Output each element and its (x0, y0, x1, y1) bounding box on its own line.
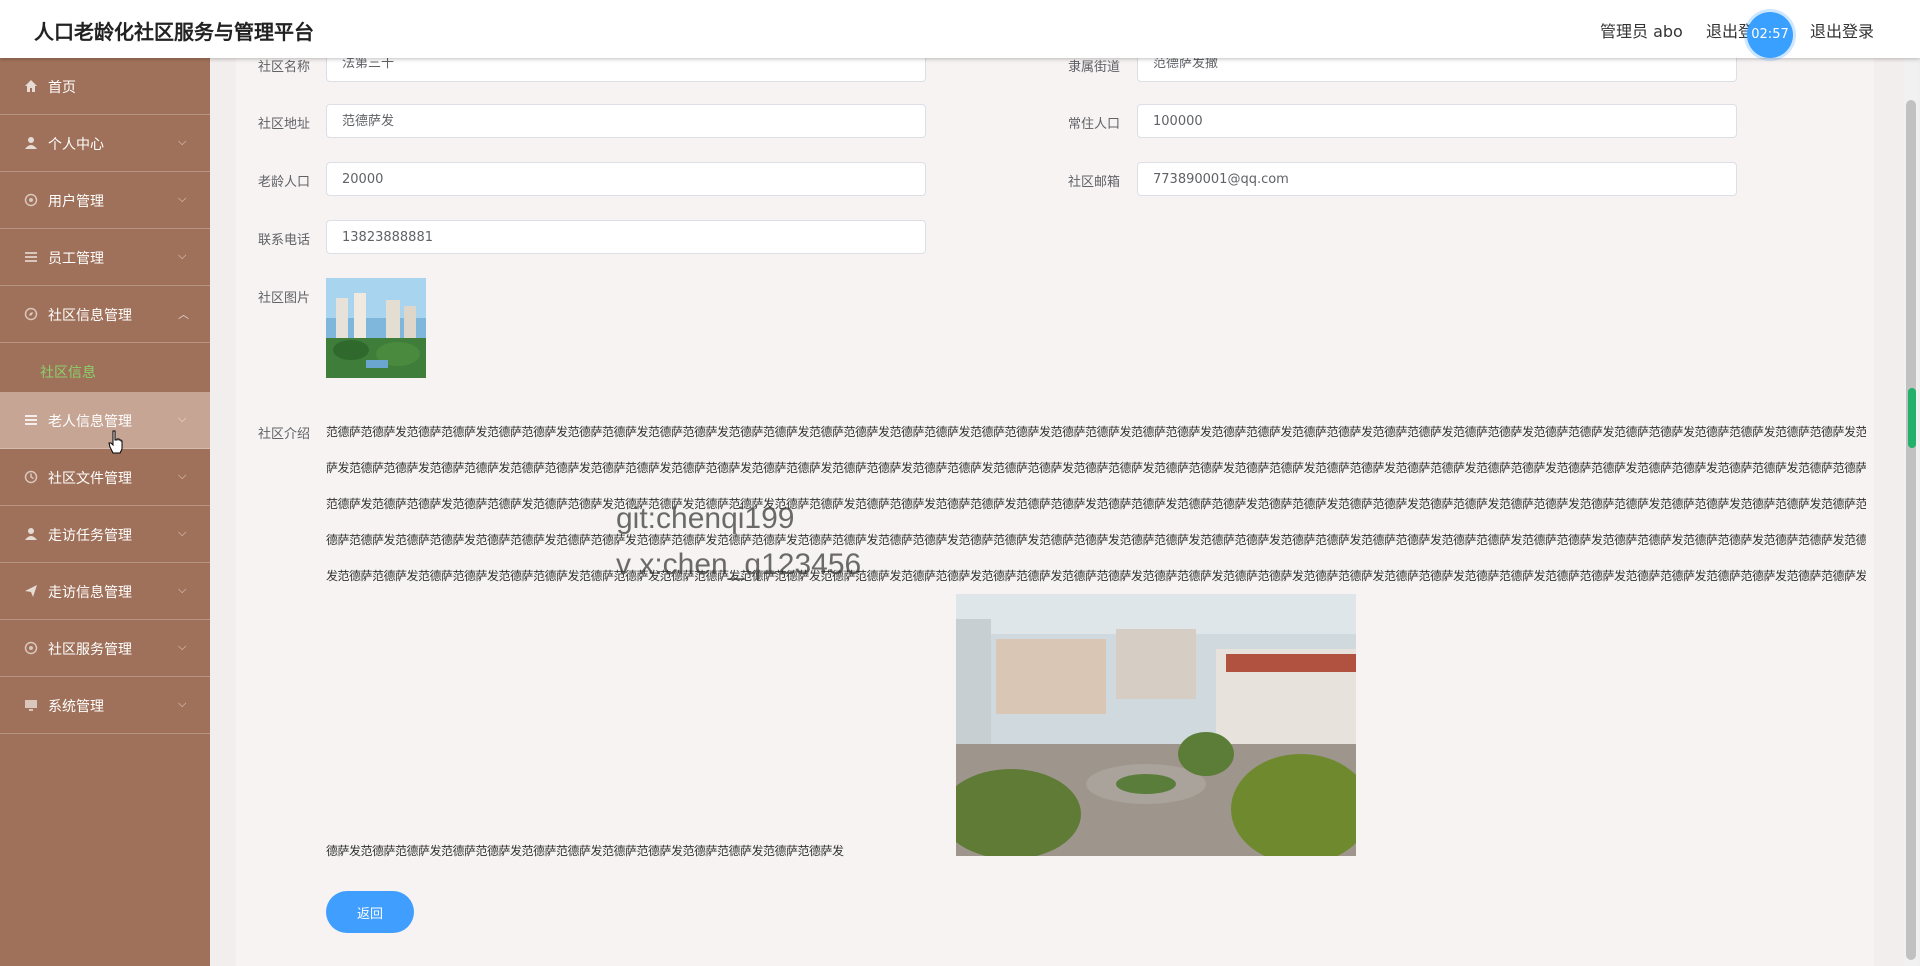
elderly-population-field[interactable]: 20000 (326, 162, 926, 196)
sidebar-item-label: 社区信息管理 (48, 308, 132, 324)
address-field[interactable]: 范德萨发 (326, 104, 926, 138)
logout-link[interactable]: 退出登录 (1810, 18, 1874, 42)
phone-label: 联系电话 (258, 233, 311, 248)
intro-text-line: 范德萨范德萨发范德萨范德萨发范德萨范德萨发范德萨范德萨发范德萨范德萨发范德萨范德… (326, 425, 1866, 439)
sidebar-subitem-label: 社区信息 (40, 365, 96, 381)
chevron-down-icon: ⌵ (178, 412, 187, 425)
chevron-down-icon: ⌵ (178, 469, 187, 482)
menu-icon (25, 415, 37, 425)
email-label: 社区邮箱 (1068, 175, 1121, 190)
compass-icon (24, 307, 38, 321)
user-icon (25, 528, 37, 540)
current-user: 管理员 abo (1600, 22, 1683, 41)
sidebar-item-label: 走访信息管理 (48, 585, 132, 601)
user-icon (25, 137, 37, 149)
monitor-icon (25, 700, 37, 711)
chevron-down-icon: ⌵ (178, 135, 187, 148)
sidebar-item-label: 个人中心 (48, 137, 104, 153)
intro-text-line: 萨发范德萨范德萨发范德萨范德萨发范德萨范德萨发范德萨范德萨发范德萨范德萨发范德萨… (326, 461, 1866, 475)
sidebar-item-label: 社区服务管理 (48, 642, 132, 658)
chevron-up-icon: ︿ (178, 308, 189, 321)
watermark-line: git:chenqi199 (616, 502, 795, 535)
population-label: 常住人口 (1068, 117, 1121, 132)
community-intro-photo (956, 594, 1356, 856)
sidebar-item-community-info-management[interactable]: 社区信息管理 ︿ (0, 286, 210, 343)
chevron-down-icon: ⌵ (178, 640, 187, 653)
intro-text-line: 德萨发范德萨范德萨发范德萨范德萨发范德萨范德萨发范德萨范德萨发范德萨范德萨发范德… (326, 844, 844, 858)
community-image-label: 社区图片 (258, 291, 311, 306)
community-intro-label: 社区介绍 (258, 427, 311, 442)
sidebar-item-visit-task-management[interactable]: 走访任务管理 ⌵ (0, 506, 210, 563)
settings-icon (24, 193, 38, 207)
elderly-population-label: 老龄人口 (258, 175, 311, 190)
settings-icon (24, 641, 38, 655)
sidebar-item-community-file-management[interactable]: 社区文件管理 ⌵ (0, 449, 210, 506)
chevron-down-icon: ⌵ (178, 526, 187, 539)
send-icon (25, 585, 37, 597)
sidebar-item-label: 员工管理 (48, 251, 104, 267)
sidebar: 首页 个人中心 ⌵ 用户管理 ⌵ 员工管理 ⌵ 社区信息管理 ︿ 社区信息 老人… (0, 58, 210, 966)
watermark-line: v x:chen_q123456 (616, 548, 862, 581)
phone-field[interactable]: 13823888881 (326, 220, 926, 254)
chevron-down-icon: ⌵ (178, 192, 187, 205)
chevron-down-icon: ⌵ (178, 249, 187, 262)
sidebar-item-system-management[interactable]: 系统管理 ⌵ (0, 677, 210, 734)
sidebar-item-community-service-management[interactable]: 社区服务管理 ⌵ (0, 620, 210, 677)
sidebar-item-staff-management[interactable]: 员工管理 ⌵ (0, 229, 210, 286)
sidebar-item-label: 首页 (48, 80, 76, 96)
intro-text-line: 范德萨发范德萨范德萨发范德萨范德萨发范德萨范德萨发范德萨范德萨发范德萨范德萨发范… (326, 497, 1866, 511)
sidebar-item-label: 用户管理 (48, 194, 104, 210)
sidebar-item-home[interactable]: 首页 (0, 58, 210, 115)
sidebar-subitem-community-info[interactable]: 社区信息 (0, 343, 210, 399)
top-bar: 人口老龄化社区服务与管理平台 管理员 abo 退出登 退出登录 (0, 0, 1920, 58)
hand-cursor-icon (108, 430, 123, 454)
timer-badge: 02:57 (1747, 12, 1793, 58)
back-button[interactable]: 返回 (326, 891, 414, 933)
address-label: 社区地址 (258, 117, 311, 132)
intro-text-line: 德萨范德萨发范德萨范德萨发范德萨范德萨发范德萨范德萨发范德萨范德萨发范德萨范德萨… (326, 533, 1866, 547)
intro-text-line: 发范德萨范德萨发范德萨范德萨发范德萨范德萨发范德萨范德萨发范德萨范德萨发范德萨范… (326, 569, 1866, 583)
community-thumbnail-image (326, 278, 426, 378)
home-icon (25, 80, 37, 92)
sidebar-item-visit-info-management[interactable]: 走访信息管理 ⌵ (0, 563, 210, 620)
sidebar-item-elderly-info-management[interactable]: 老人信息管理 ⌵ (0, 392, 210, 449)
scroll-indicator (1908, 388, 1916, 448)
street-label: 隶属街道 (1068, 60, 1121, 75)
sidebar-item-label: 社区文件管理 (48, 471, 132, 487)
list-icon (25, 252, 37, 262)
email-field[interactable]: 773890001@qq.com (1137, 162, 1737, 196)
chevron-down-icon: ⌵ (178, 697, 187, 710)
clock-icon (24, 470, 38, 484)
sidebar-item-label: 老人信息管理 (48, 414, 132, 430)
sidebar-item-user-management[interactable]: 用户管理 ⌵ (0, 172, 210, 229)
scrollbar-thumb[interactable] (1906, 100, 1916, 960)
sidebar-item-personal-center[interactable]: 个人中心 ⌵ (0, 115, 210, 172)
population-field[interactable]: 100000 (1137, 104, 1737, 138)
sidebar-item-label: 走访任务管理 (48, 528, 132, 544)
sidebar-item-label: 系统管理 (48, 699, 104, 715)
community-name-label: 社区名称 (258, 60, 311, 75)
app-title: 人口老龄化社区服务与管理平台 (34, 20, 314, 44)
chevron-down-icon: ⌵ (178, 583, 187, 596)
